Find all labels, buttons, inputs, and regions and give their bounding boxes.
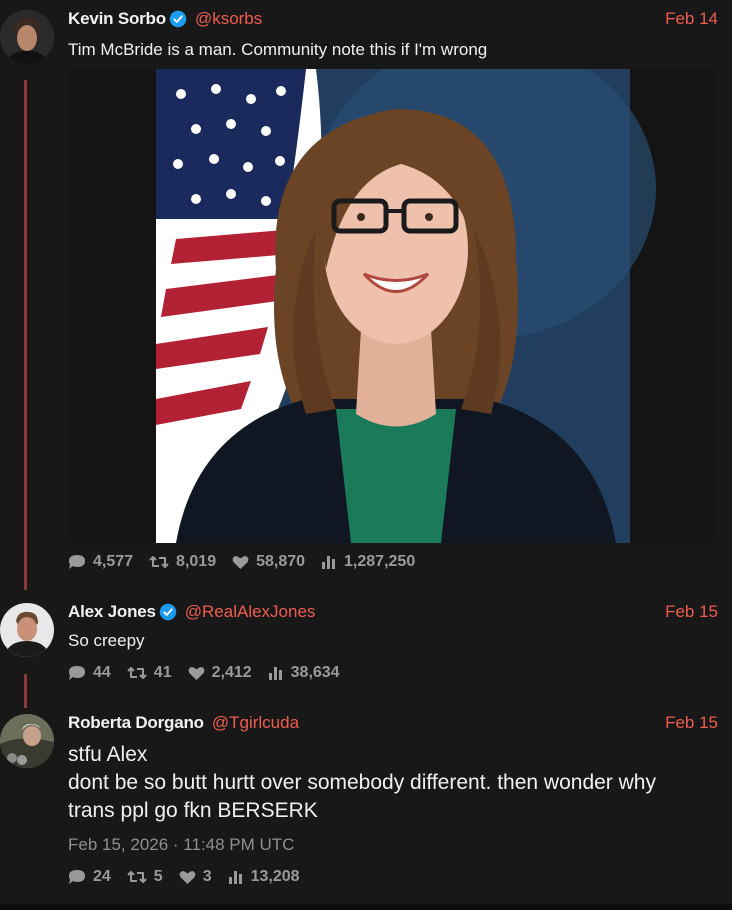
- view-count[interactable]: 13,208: [228, 868, 300, 886]
- tweet-text: So creepy: [68, 631, 145, 650]
- retweet-icon: [127, 667, 147, 679]
- reply-count[interactable]: 24: [68, 868, 111, 886]
- retweet-count[interactable]: 5: [127, 868, 163, 886]
- retweet-count[interactable]: 41: [127, 664, 172, 682]
- tweet-header: Kevin Sorbo @ksorbs Feb 14: [68, 7, 718, 31]
- tweet-text: stfu Alex dont be so butt hurtt over som…: [68, 741, 712, 825]
- views-chart-icon: [268, 667, 282, 680]
- user-handle[interactable]: @Tgirlcuda: [212, 713, 299, 733]
- reply-icon: [69, 555, 85, 569]
- like-count[interactable]: 3: [179, 868, 212, 886]
- tweet-stats: 44 41 2,412 38,634: [68, 664, 356, 682]
- like-count[interactable]: 58,870: [232, 553, 305, 571]
- heart-icon: [232, 555, 249, 569]
- tweet-text: Tim McBride is a man. Community note thi…: [68, 40, 488, 59]
- tweet-text-line: stfu Alex: [68, 743, 148, 766]
- verified-badge-icon: [159, 603, 177, 621]
- retweet-icon: [127, 871, 147, 883]
- tweet-text-line: trans ppl go fkn BERSERK: [68, 799, 318, 822]
- tweet-date[interactable]: Feb 14: [665, 9, 718, 29]
- reply-icon: [69, 666, 85, 680]
- avatar[interactable]: [0, 714, 54, 768]
- reply-count[interactable]: 44: [68, 664, 111, 682]
- retweet-icon: [149, 556, 169, 568]
- tweet-kevin-sorbo[interactable]: Kevin Sorbo @ksorbs Feb 14 Tim McBride i…: [0, 7, 732, 587]
- tweet-timestamp[interactable]: Feb 15, 2026 · 11:48 PM UTC: [68, 835, 294, 855]
- reply-count[interactable]: 4,577: [68, 553, 133, 571]
- retweet-count[interactable]: 8,019: [149, 553, 216, 571]
- tweet-alex-jones[interactable]: Alex Jones @RealAlexJones Feb 15 So cree…: [0, 600, 732, 695]
- views-chart-icon: [228, 871, 242, 884]
- views-chart-icon: [322, 556, 336, 569]
- avatar[interactable]: [0, 10, 54, 64]
- heart-icon: [188, 666, 205, 680]
- tweet-header: Roberta Dorgano @Tgirlcuda Feb 15: [68, 711, 718, 735]
- view-count[interactable]: 1,287,250: [321, 553, 415, 571]
- tweet-date[interactable]: Feb 15: [665, 602, 718, 622]
- view-count[interactable]: 38,634: [268, 664, 340, 682]
- like-count[interactable]: 2,412: [188, 664, 252, 682]
- avatar[interactable]: [0, 603, 54, 657]
- tweet-date[interactable]: Feb 15: [665, 713, 718, 733]
- tweet-image[interactable]: [68, 69, 716, 543]
- bottom-divider: [0, 904, 732, 910]
- tweet-stats: 24 5 3 13,208: [68, 868, 316, 886]
- display-name[interactable]: Kevin Sorbo: [68, 9, 166, 29]
- reply-icon: [69, 870, 85, 884]
- tweet-roberta-dorgano[interactable]: Roberta Dorgano @Tgirlcuda Feb 15 stfu A…: [0, 711, 732, 896]
- tweet-text-line: dont be so butt hurtt over somebody diff…: [68, 771, 656, 794]
- verified-badge-icon: [169, 10, 187, 28]
- display-name[interactable]: Roberta Dorgano: [68, 713, 204, 733]
- user-handle[interactable]: @ksorbs: [195, 9, 262, 29]
- tweet-header: Alex Jones @RealAlexJones Feb 15: [68, 600, 718, 624]
- user-handle[interactable]: @RealAlexJones: [185, 602, 316, 622]
- display-name[interactable]: Alex Jones: [68, 602, 156, 622]
- heart-icon: [179, 870, 196, 884]
- tweet-stats: 4,577 8,019 58,870 1,287,250: [68, 553, 431, 571]
